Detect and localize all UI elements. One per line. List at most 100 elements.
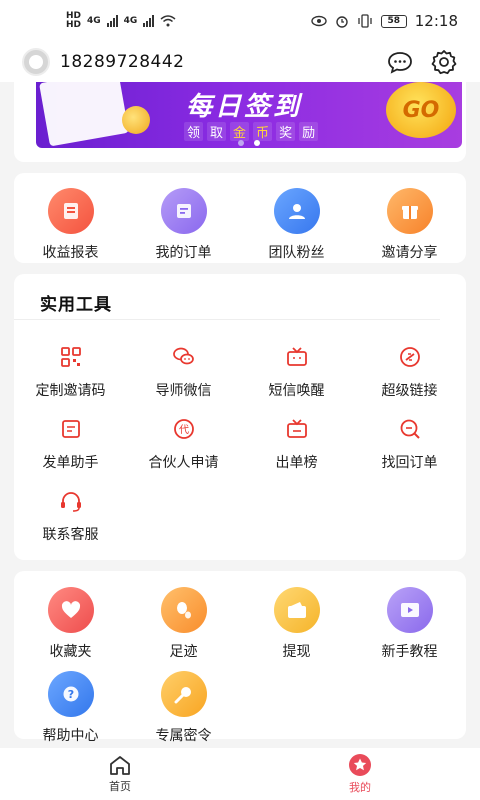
tool-item-label: 超级链接 bbox=[381, 383, 438, 399]
tool-item-super-link[interactable]: 超级链接 bbox=[353, 342, 466, 400]
ranking-tv-icon bbox=[282, 414, 312, 444]
banner-subtitle: 领 取 金 币 奖 励 bbox=[184, 122, 319, 141]
menu-item-label: 邀请分享 bbox=[381, 245, 438, 261]
menu-item-label: 收藏夹 bbox=[49, 644, 92, 660]
banner-subtitle-char: 取 bbox=[207, 122, 227, 141]
document-icon bbox=[56, 414, 86, 444]
menu-item-exclusive-code[interactable]: 专属密令 bbox=[127, 671, 240, 745]
system-indicators: 58 12:18 bbox=[311, 12, 458, 30]
banner-subtitle-char: 领 bbox=[184, 122, 204, 141]
tool-item-mentor-wechat[interactable]: 导师微信 bbox=[127, 342, 240, 400]
carousel-dot[interactable] bbox=[238, 140, 244, 146]
star-profile-icon bbox=[349, 754, 371, 776]
menu-item-label: 专属密令 bbox=[155, 728, 212, 744]
daily-checkin-banner[interactable]: 每日签到 领 取 金 币 奖 励 GO bbox=[36, 82, 462, 148]
team-icon bbox=[273, 188, 320, 234]
menu-item-label: 足迹 bbox=[169, 644, 198, 660]
tools-card: 实用工具 定制邀请码 导师微信 短信唤醒 超级链接 发单助手 代 合伙人申请 出… bbox=[14, 274, 466, 560]
tab-mine[interactable]: 我的 bbox=[240, 748, 480, 800]
vibrate-icon bbox=[358, 14, 372, 28]
tool-item-sms-wakeup[interactable]: 短信唤醒 bbox=[240, 342, 353, 400]
menu-item-favorites[interactable]: 收藏夹 bbox=[14, 587, 127, 661]
tool-item-label: 发单助手 bbox=[42, 455, 99, 471]
carousel-dots bbox=[238, 140, 260, 146]
heart-icon bbox=[47, 587, 94, 633]
go-button[interactable]: GO bbox=[386, 82, 456, 138]
tool-item-label: 联系客服 bbox=[42, 527, 99, 543]
network-indicators: HD HD 4G 4G bbox=[66, 12, 176, 30]
status-bar: HD HD 4G 4G 58 12:18 bbox=[0, 0, 480, 42]
help-icon: ? bbox=[47, 671, 94, 717]
tool-item-custom-invite-code[interactable]: 定制邀请码 bbox=[14, 342, 127, 400]
order-icon bbox=[160, 188, 207, 234]
menu-item-label: 新手教程 bbox=[381, 644, 438, 660]
svg-text:代: 代 bbox=[179, 424, 189, 436]
wallet-icon bbox=[273, 587, 320, 633]
carousel-dot-active[interactable] bbox=[254, 140, 260, 146]
tools-section-title: 实用工具 bbox=[14, 274, 440, 320]
qr-code-icon bbox=[56, 342, 86, 372]
signal-icon bbox=[106, 15, 118, 27]
banner-title: 每日签到 bbox=[186, 92, 303, 122]
menu-item-footprints[interactable]: 足迹 bbox=[127, 587, 240, 661]
menu-item-earnings-report[interactable]: 收益报表 bbox=[14, 188, 127, 262]
menu-item-help-center[interactable]: ? 帮助中心 bbox=[14, 671, 127, 745]
tool-item-partner-application[interactable]: 代 合伙人申请 bbox=[127, 414, 240, 472]
tool-item-order-assistant[interactable]: 发单助手 bbox=[14, 414, 127, 472]
coin-illustration bbox=[122, 106, 150, 134]
tool-item-label: 定制邀请码 bbox=[35, 383, 106, 399]
banner-subtitle-char: 币 bbox=[253, 122, 273, 141]
svg-text:?: ? bbox=[67, 688, 73, 701]
network-type-2: 4G bbox=[123, 16, 138, 26]
banner-subtitle-char: 奖 bbox=[276, 122, 296, 141]
tv-message-icon bbox=[282, 342, 312, 372]
tab-label: 我的 bbox=[349, 781, 371, 794]
banner-card: 每日签到 领 取 金 币 奖 励 GO bbox=[14, 82, 466, 162]
network-type-1: 4G bbox=[87, 16, 101, 26]
paper-illustration bbox=[39, 82, 129, 147]
message-icon[interactable] bbox=[386, 48, 414, 76]
tab-label: 首页 bbox=[109, 780, 131, 793]
alarm-icon bbox=[336, 16, 348, 28]
tool-item-contact-support[interactable]: 联系客服 bbox=[14, 486, 127, 544]
wechat-icon bbox=[169, 342, 199, 372]
menu-item-beginner-tutorial[interactable]: 新手教程 bbox=[353, 587, 466, 661]
link-icon bbox=[395, 342, 425, 372]
settings-gear-icon[interactable] bbox=[430, 48, 458, 76]
tool-item-label: 合伙人申请 bbox=[148, 455, 219, 471]
home-icon bbox=[110, 756, 130, 775]
menu-item-my-orders[interactable]: 我的订单 bbox=[127, 188, 240, 262]
menu-item-team-fans[interactable]: 团队粉丝 bbox=[240, 188, 353, 262]
clock-time: 12:18 bbox=[414, 12, 458, 30]
wifi-icon bbox=[160, 15, 176, 27]
banner-subtitle-char: 励 bbox=[299, 122, 319, 141]
menu-item-invite-share[interactable]: 邀请分享 bbox=[353, 188, 466, 262]
tool-item-label: 导师微信 bbox=[155, 383, 212, 399]
more-menu-card: 收藏夹 足迹 提现 新手教程 ? 帮助中心 专属密令 bbox=[14, 571, 466, 744]
banner-subtitle-char: 金 bbox=[230, 122, 250, 141]
bottom-tab-bar: 首页 我的 bbox=[0, 748, 480, 800]
avatar-placeholder-icon[interactable] bbox=[22, 48, 50, 76]
menu-item-label: 我的订单 bbox=[155, 245, 212, 261]
menu-item-label: 帮助中心 bbox=[42, 728, 99, 744]
hd-label-2: HD bbox=[66, 20, 82, 30]
search-order-icon bbox=[395, 414, 425, 444]
quick-menu-card: 收益报表 我的订单 团队粉丝 邀请分享 bbox=[14, 173, 466, 263]
tool-item-order-ranking[interactable]: 出单榜 bbox=[240, 414, 353, 472]
menu-item-label: 提现 bbox=[282, 644, 311, 660]
profile-header: 18289728442 bbox=[0, 42, 480, 82]
signal-icon-2 bbox=[143, 15, 155, 27]
tool-item-recover-order[interactable]: 找回订单 bbox=[353, 414, 466, 472]
video-icon bbox=[386, 587, 433, 633]
tool-item-label: 短信唤醒 bbox=[268, 383, 325, 399]
user-phone-number: 18289728442 bbox=[60, 52, 185, 72]
menu-item-label: 团队粉丝 bbox=[268, 245, 325, 261]
gift-icon bbox=[386, 188, 433, 234]
key-icon bbox=[160, 671, 207, 717]
partner-badge-icon: 代 bbox=[169, 414, 199, 444]
tab-home[interactable]: 首页 bbox=[0, 748, 240, 800]
menu-item-withdraw[interactable]: 提现 bbox=[240, 587, 353, 661]
headset-icon bbox=[56, 486, 86, 516]
menu-item-label: 收益报表 bbox=[42, 245, 99, 261]
battery-indicator: 58 bbox=[380, 14, 407, 28]
